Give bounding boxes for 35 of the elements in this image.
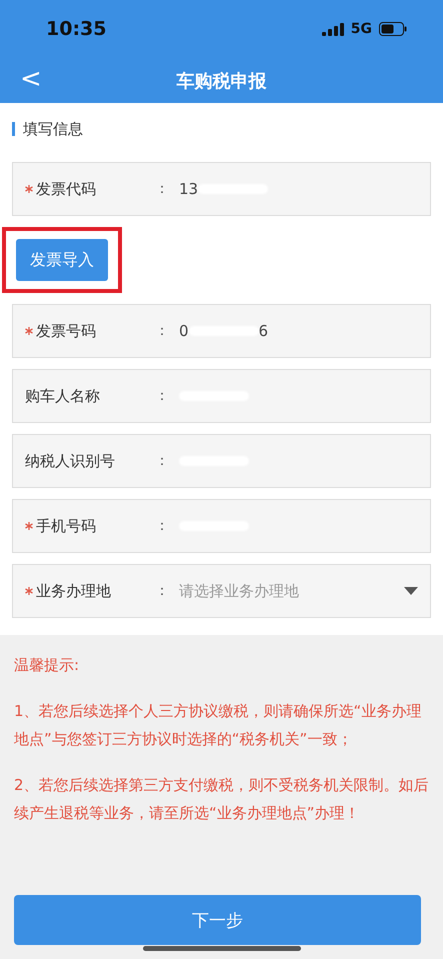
- input-field[interactable]: 发票号码 ： 0 6: [12, 304, 431, 358]
- tip-paragraph: 1、若您后续选择个人三方协议缴税，则请确保所选“业务办理地点”与您签订三方协议时选择的“税务机关”一致；: [14, 701, 422, 750]
- page-title: 车购税申报: [176, 70, 266, 92]
- required-icon: [25, 327, 33, 335]
- dropdown-icon: [404, 587, 418, 595]
- field-label: 发票代码: [25, 180, 155, 198]
- network-label: 5G: [350, 21, 372, 37]
- section-title: 填写信息: [23, 120, 83, 138]
- field-label: 业务办理地: [25, 582, 155, 600]
- colon: ：: [155, 582, 170, 600]
- tip-paragraph: 2、若您后续选择第三方支付缴税，则不受税务机关限制。如后续产生退税等业务，请至所选“业务办理地点”办理！: [14, 775, 429, 824]
- tips-title: 温馨提示:: [14, 655, 80, 676]
- field-label: 手机号码: [25, 516, 155, 536]
- input-field[interactable]: 购车人名称 ：: [12, 369, 431, 423]
- field-label: 发票号码: [25, 322, 155, 340]
- placeholder: 请选择业务办理地: [179, 582, 300, 600]
- required-icon: [25, 185, 33, 193]
- field-value: 0 6: [179, 322, 268, 340]
- field-label: 购车人名称: [25, 386, 101, 406]
- input-field[interactable]: 纳税人识别号 ：: [12, 434, 431, 488]
- signal-icon: [322, 22, 344, 36]
- colon: ：: [155, 322, 170, 340]
- colon: ：: [155, 517, 170, 535]
- required-icon: [25, 522, 33, 530]
- status-time: 10:35: [46, 18, 106, 40]
- field-label: 纳税人识别号: [25, 452, 116, 470]
- required-icon: [25, 587, 33, 595]
- battery-icon: [379, 22, 407, 36]
- field-value: 13: [179, 180, 268, 198]
- input-field[interactable]: 手机号码 ：: [12, 499, 431, 553]
- colon: ：: [155, 387, 170, 405]
- colon: ：: [155, 180, 170, 198]
- select-field[interactable]: 业务办理地 ： 请选择业务办理地: [12, 564, 431, 618]
- input-field[interactable]: 发票代码 ： 13: [12, 162, 431, 216]
- colon: ：: [155, 452, 170, 470]
